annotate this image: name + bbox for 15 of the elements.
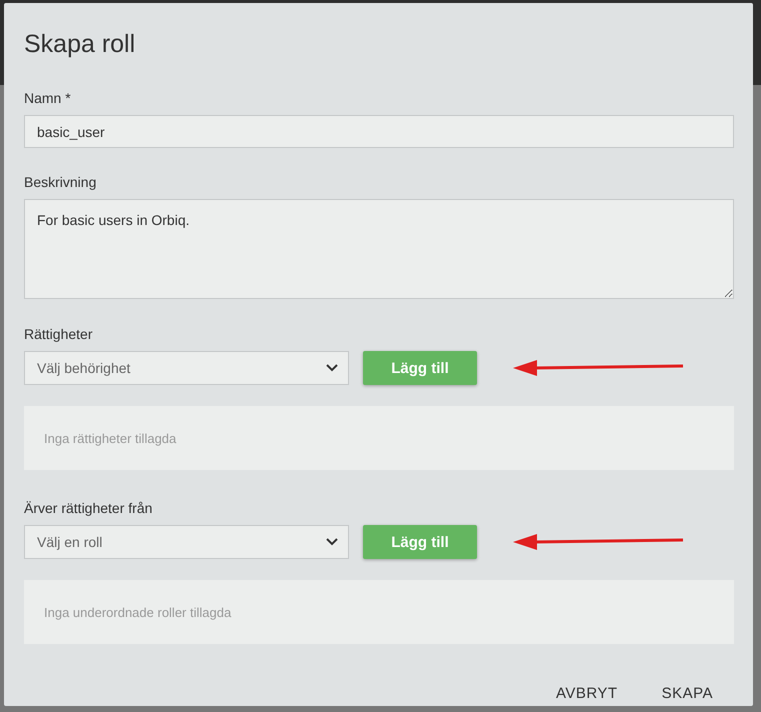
input-field[interactable]: basic_user	[24, 115, 734, 148]
dialog-title: Skapa roll	[24, 29, 136, 60]
dialog-action-button[interactable]: SKAPA	[650, 677, 725, 710]
chevron-down-icon	[326, 364, 338, 372]
empty-message: Inga rättigheter tillagda	[44, 430, 176, 446]
chevron-down-icon	[326, 538, 338, 546]
dialog-action-button[interactable]: AVBRYT	[544, 677, 630, 710]
field-label: Namn *	[24, 90, 72, 106]
field-label: Ärver rättigheter från	[24, 500, 154, 516]
select-dropdown[interactable]: Välj behörighet	[24, 351, 349, 385]
empty-message: Inga underordnade roller tillagda	[44, 604, 232, 620]
select-dropdown[interactable]: Välj en roll	[24, 525, 349, 559]
field-label: Rättigheter	[24, 326, 94, 342]
text-area[interactable]: For basic users in Orbiq.	[24, 199, 734, 299]
field-label: Beskrivning	[24, 174, 98, 190]
